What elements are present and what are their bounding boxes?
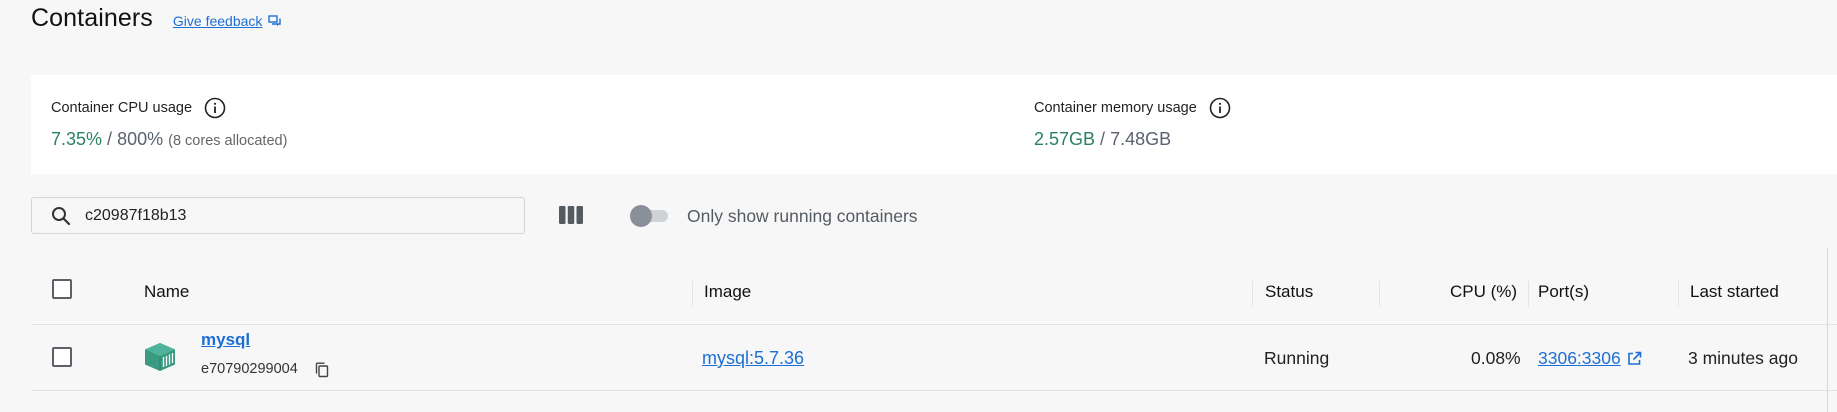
info-icon[interactable]	[204, 97, 226, 119]
info-icon[interactable]	[1209, 97, 1231, 119]
cpu-usage-label-row: Container CPU usage	[51, 97, 287, 119]
containers-page: Containers Give feedback Container CPU u…	[0, 0, 1837, 412]
memory-usage-value: 2.57GB / 7.48GB	[1034, 129, 1231, 150]
feedback-icon	[268, 15, 282, 27]
memory-separator: /	[1095, 129, 1111, 149]
table-row[interactable]: mysql e70790299004 mysql:5.7.36 Running …	[31, 325, 1837, 391]
search-icon	[51, 206, 71, 226]
memory-usage-stat: Container memory usage 2.57GB / 7.48GB	[1034, 97, 1231, 150]
column-divider[interactable]	[1678, 281, 1679, 307]
cpu-used-value: 7.35%	[51, 129, 103, 149]
usage-stats-panel: Container CPU usage 7.35% / 800% (8 core…	[31, 75, 1837, 174]
select-all-checkbox[interactable]	[52, 279, 72, 299]
cpu-percent: 0.08%	[1471, 348, 1521, 368]
cpu-total-value: 800%	[117, 129, 164, 149]
columns-icon[interactable]	[558, 205, 584, 230]
cpu-usage-stat: Container CPU usage 7.35% / 800% (8 core…	[51, 97, 287, 150]
port-link[interactable]: 3306:3306	[1538, 348, 1642, 369]
page-title: Containers	[31, 4, 153, 32]
table-header: Name Image Status CPU (%) Port(s) Last s…	[31, 264, 1837, 325]
page-header: Containers Give feedback	[31, 4, 282, 33]
column-divider[interactable]	[1528, 281, 1529, 307]
memory-usage-label: Container memory usage	[1034, 100, 1197, 116]
toggle-knob	[630, 205, 652, 227]
running-only-toggle[interactable]	[630, 204, 670, 228]
status-text: Running	[1264, 348, 1330, 368]
column-divider[interactable]	[1252, 281, 1253, 307]
column-header-cpu[interactable]: CPU (%)	[1450, 282, 1517, 302]
search-box[interactable]	[31, 197, 525, 234]
running-only-toggle-label: Only show running containers	[687, 206, 918, 226]
column-header-last-started[interactable]: Last started	[1690, 282, 1779, 302]
image-link[interactable]: mysql:5.7.36	[702, 348, 804, 369]
memory-usage-label-row: Container memory usage	[1034, 97, 1231, 119]
container-id: e70790299004	[201, 361, 298, 377]
external-link-icon	[1627, 351, 1642, 366]
column-divider[interactable]	[1379, 281, 1380, 307]
memory-total-value: 7.48GB	[1110, 129, 1172, 149]
column-header-name[interactable]: Name	[144, 282, 189, 302]
container-icon	[144, 342, 176, 377]
cpu-cores-note: (8 cores allocated)	[168, 133, 288, 149]
give-feedback-label: Give feedback	[172, 13, 263, 29]
copy-icon[interactable]	[315, 362, 329, 383]
column-header-image[interactable]: Image	[704, 282, 751, 302]
give-feedback-link[interactable]: Give feedback	[173, 13, 283, 29]
cpu-separator: /	[102, 129, 118, 149]
column-header-status[interactable]: Status	[1265, 282, 1313, 302]
cpu-usage-label: Container CPU usage	[51, 100, 193, 116]
row-select-checkbox[interactable]	[52, 347, 72, 367]
cpu-usage-value: 7.35% / 800% (8 cores allocated)	[51, 129, 287, 150]
table-scroll-edge	[1827, 248, 1828, 412]
port-mapping: 3306:3306	[1538, 348, 1621, 368]
memory-used-value: 2.57GB	[1034, 129, 1096, 149]
column-header-ports[interactable]: Port(s)	[1538, 282, 1589, 302]
container-name-link[interactable]: mysql	[201, 330, 250, 350]
last-started-text: 3 minutes ago	[1688, 348, 1798, 368]
search-input[interactable]	[85, 206, 485, 225]
column-divider[interactable]	[692, 281, 693, 307]
